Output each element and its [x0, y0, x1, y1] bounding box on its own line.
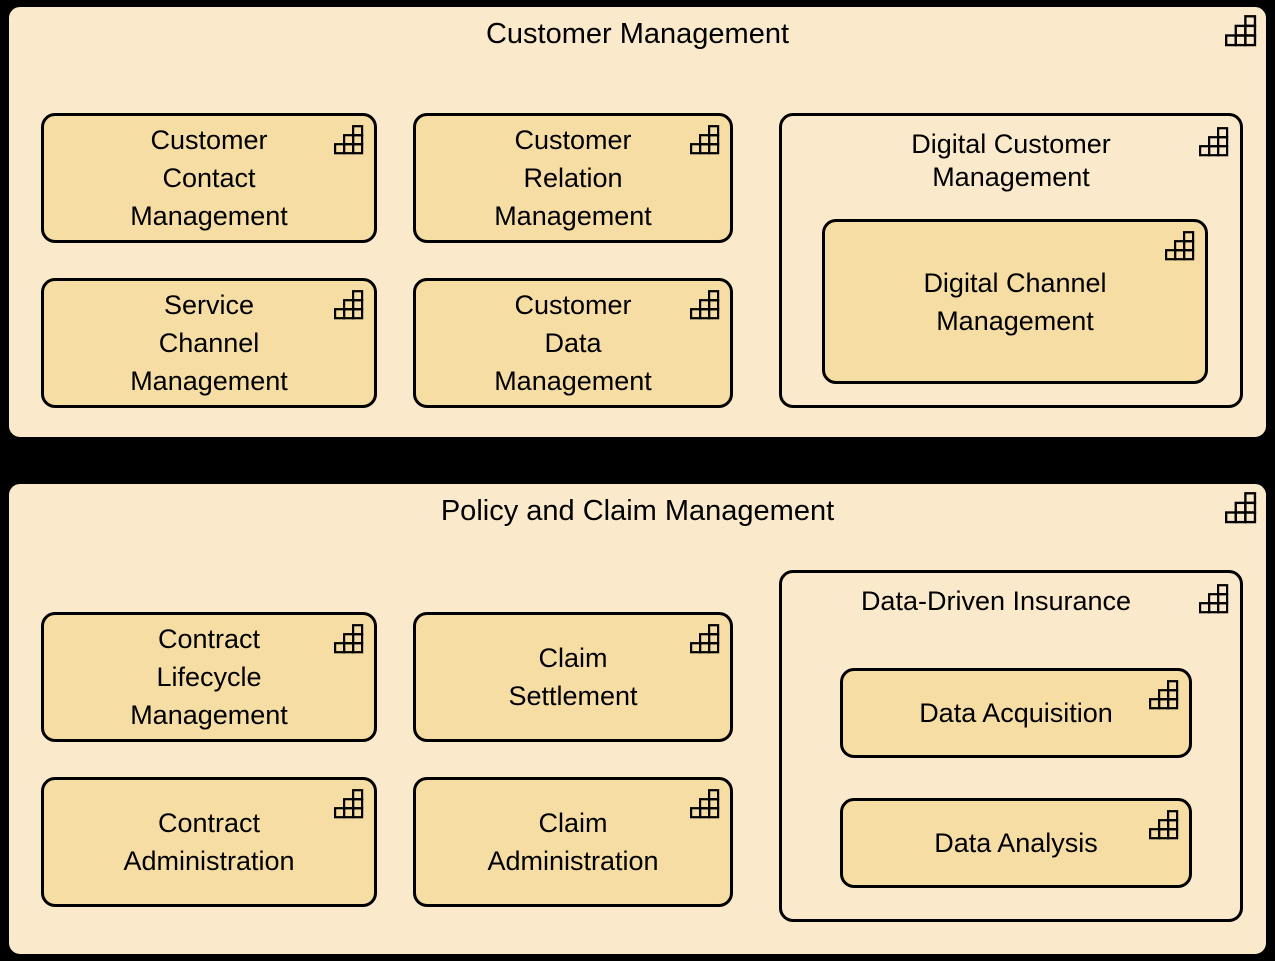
capability-customer-relation-management[interactable]: Customer Relation Management [413, 113, 733, 243]
capability-label: Customer Relation Management [494, 125, 652, 231]
capability-staircase-icon [1199, 584, 1229, 614]
capability-label: Service Channel Management [130, 290, 288, 396]
capability-staircase-icon [334, 624, 364, 654]
capability-customer-data-management[interactable]: Customer Data Management [413, 278, 733, 408]
capability-label: Digital Channel Management [923, 267, 1107, 336]
group-digital-customer-management[interactable]: Digital Customer Management Digital Chan… [779, 113, 1243, 408]
group-title-data-driven-insurance: Data-Driven Insurance [860, 586, 1132, 616]
capability-label: Customer Data Management [494, 290, 652, 396]
capability-staircase-icon [1149, 680, 1179, 710]
capability-label: Contract Administration [123, 808, 295, 876]
capability-staircase-icon [690, 290, 720, 320]
capability-claim-settlement[interactable]: Claim Settlement [413, 612, 733, 742]
capability-label: Contract Lifecycle Management [130, 624, 288, 730]
panel-title-policy-and-claim-management: Policy and Claim Management [440, 495, 835, 527]
capability-staircase-icon [334, 290, 364, 320]
capability-service-channel-management[interactable]: Service Channel Management [41, 278, 377, 408]
capability-staircase-icon [334, 125, 364, 155]
capability-staircase-icon [1149, 810, 1179, 840]
capability-label: Data Analysis [934, 828, 1098, 858]
capability-label: Claim Settlement [508, 643, 638, 711]
capability-data-analysis[interactable]: Data Analysis [840, 798, 1192, 888]
group-data-driven-insurance[interactable]: Data-Driven Insurance Data Acquisition D [779, 570, 1243, 922]
capability-staircase-icon [334, 789, 364, 819]
capability-label: Data Acquisition [919, 698, 1113, 728]
capability-map-canvas: Customer Management Customer Contact Man… [0, 0, 1275, 961]
capability-contract-administration[interactable]: Contract Administration [41, 777, 377, 907]
capability-claim-administration[interactable]: Claim Administration [413, 777, 733, 907]
capability-staircase-icon [690, 624, 720, 654]
capability-label: Claim Administration [487, 808, 659, 876]
capability-staircase-icon [1165, 231, 1195, 261]
capability-staircase-icon [690, 789, 720, 819]
panel-title-customer-management: Customer Management [485, 18, 790, 50]
panel-customer-management[interactable]: Customer Management Customer Contact Man… [6, 4, 1269, 440]
capability-label: Customer Contact Management [130, 125, 288, 231]
capability-staircase-icon [690, 125, 720, 155]
panel-policy-and-claim-management[interactable]: Policy and Claim Management Contract Lif… [6, 481, 1269, 957]
group-title-digital-customer-management: Digital Customer Management [911, 129, 1111, 192]
capability-customer-contact-management[interactable]: Customer Contact Management [41, 113, 377, 243]
capability-digital-channel-management[interactable]: Digital Channel Management [822, 219, 1208, 384]
capability-data-acquisition[interactable]: Data Acquisition [840, 668, 1192, 758]
capability-contract-lifecycle-management[interactable]: Contract Lifecycle Management [41, 612, 377, 742]
